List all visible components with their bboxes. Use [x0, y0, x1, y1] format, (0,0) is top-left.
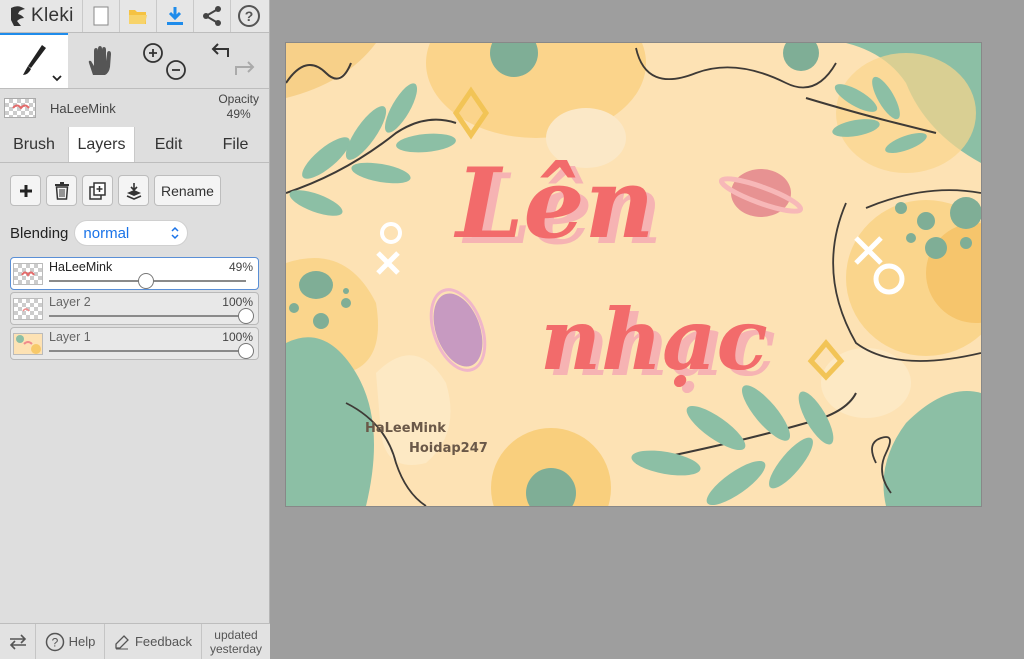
layer-name: HaLeeMink	[49, 260, 113, 274]
thumbnail-art	[21, 271, 35, 277]
current-layer-name: HaLeeMink	[50, 100, 116, 116]
blending-mode-value: normal	[83, 224, 130, 242]
blending-row: Blending normal	[10, 219, 259, 247]
help-circle-icon: ?	[45, 632, 64, 651]
zoom-in-icon[interactable]	[143, 42, 164, 63]
layer-opacity: 100%	[222, 330, 253, 344]
opacity-value: 49%	[226, 107, 251, 121]
swap-sides-button[interactable]	[0, 624, 36, 659]
help-button[interactable]: ?	[230, 0, 267, 32]
layer-thumbnail	[13, 298, 43, 320]
delete-layer-button[interactable]	[46, 175, 77, 206]
panel-tabs: Brush Layers Edit File	[0, 127, 269, 163]
footer-bar: ? Help Feedback updated yesterday	[0, 623, 270, 659]
redo-icon[interactable]	[235, 60, 255, 75]
merge-down-icon	[126, 182, 141, 200]
brush-icon	[22, 44, 46, 75]
layer-thumbnail	[13, 333, 43, 355]
layer-opacity: 100%	[222, 295, 253, 309]
plus-icon	[19, 184, 32, 197]
opacity-label: Opacity	[218, 92, 259, 106]
app-name: Kleki	[31, 5, 74, 26]
drawing-canvas[interactable]: Lên Lên nhạc nhạc HaLeeMink Hoidap247	[286, 43, 981, 506]
feedback-label: Feedback	[134, 634, 193, 649]
help-icon: ?	[238, 5, 260, 27]
current-layer-thumbnail	[4, 98, 36, 118]
signature-hoidap247: Hoidap247	[409, 441, 488, 456]
title-line-1: Lên	[453, 147, 654, 260]
updated-status: updated yesterday	[210, 628, 262, 656]
opacity-slider-handle[interactable]	[238, 308, 254, 324]
layer-list: HaLeeMink 49% Layer 2 100% Layer 1 100%	[10, 257, 259, 360]
layer-action-buttons: Rename	[10, 175, 259, 206]
merge-down-button[interactable]	[118, 175, 149, 206]
duplicate-icon	[88, 181, 106, 200]
layer-name: Layer 1	[49, 330, 91, 344]
help-label: Help	[68, 634, 96, 649]
tool-row	[0, 33, 269, 89]
layer-name: Layer 2	[49, 295, 91, 309]
app-logo[interactable]: Kleki	[0, 0, 82, 32]
download-button[interactable]	[156, 0, 193, 32]
tab-file[interactable]: File	[202, 127, 269, 162]
rename-layer-button[interactable]: Rename	[154, 175, 221, 206]
layer-item-haleemink[interactable]: HaLeeMink 49%	[10, 257, 259, 290]
opacity-slider-track[interactable]	[49, 315, 246, 317]
undo-icon[interactable]	[211, 42, 230, 57]
title-line-2: nhạc	[540, 290, 768, 389]
feedback-pencil-icon	[115, 634, 129, 649]
trash-icon	[54, 181, 69, 200]
tab-layers[interactable]: Layers	[68, 127, 135, 162]
tab-brush[interactable]: Brush	[0, 127, 68, 162]
new-file-button[interactable]	[82, 0, 119, 32]
artwork-graphics: Lên Lên nhạc nhạc	[286, 43, 981, 506]
chevron-down-icon[interactable]	[52, 74, 62, 82]
thumbnail-art	[12, 104, 30, 110]
hand-icon	[88, 45, 111, 75]
share-button[interactable]	[193, 0, 230, 32]
blending-label: Blending	[10, 224, 69, 242]
feedback-link[interactable]: Feedback	[105, 624, 202, 659]
select-arrows-icon	[171, 226, 179, 240]
changelog-link[interactable]: updated yesterday	[202, 624, 270, 659]
layer-item-layer-2[interactable]: Layer 2 100%	[10, 292, 259, 325]
layer-thumbnail	[13, 263, 43, 285]
layer-item-layer-1[interactable]: Layer 1 100%	[10, 327, 259, 360]
duplicate-layer-button[interactable]	[82, 175, 113, 206]
updated-line-2: yesterday	[209, 641, 263, 656]
open-file-button[interactable]	[119, 0, 156, 32]
tab-edit[interactable]: Edit	[135, 127, 202, 162]
help-link[interactable]: ? Help	[36, 624, 105, 659]
svg-text:?: ?	[51, 635, 58, 649]
opacity-slider-handle[interactable]	[137, 273, 154, 289]
new-file-icon	[93, 6, 109, 26]
history-icons	[211, 42, 255, 75]
zoom-controls	[132, 33, 200, 88]
brush-tool-button[interactable]	[0, 33, 68, 88]
current-layer-info: HaLeeMink Opacity 49%	[0, 89, 269, 127]
top-bar: Kleki ?	[0, 0, 269, 33]
download-icon	[167, 7, 183, 25]
zoom-out-icon[interactable]	[166, 59, 187, 80]
hand-tool-button[interactable]	[68, 33, 132, 88]
svg-text:?: ?	[245, 8, 254, 24]
opacity-slider-handle[interactable]	[238, 343, 254, 359]
updated-line-1: updated	[214, 627, 258, 642]
layer-opacity: 49%	[228, 260, 253, 274]
thumbnail-art	[22, 308, 30, 312]
layers-panel: Rename Blending normal HaLeeMink 49% Lay…	[0, 163, 269, 360]
history-controls	[199, 33, 269, 88]
blending-mode-select[interactable]: normal	[74, 220, 189, 246]
add-layer-button[interactable]	[10, 175, 41, 206]
zoom-icons	[143, 42, 187, 80]
kleki-logo-icon	[11, 6, 25, 27]
thumbnail-art	[16, 335, 41, 354]
swap-arrows-icon	[9, 633, 26, 650]
signature-haleemink: HaLeeMink	[365, 421, 446, 436]
opacity-readout: Opacity 49%	[218, 92, 259, 122]
opacity-slider-track[interactable]	[49, 350, 246, 352]
share-icon	[203, 6, 221, 26]
sidebar: Kleki ? HaLeeMink Opacity 49% Brush Laye…	[0, 0, 270, 659]
open-folder-icon	[129, 10, 147, 24]
